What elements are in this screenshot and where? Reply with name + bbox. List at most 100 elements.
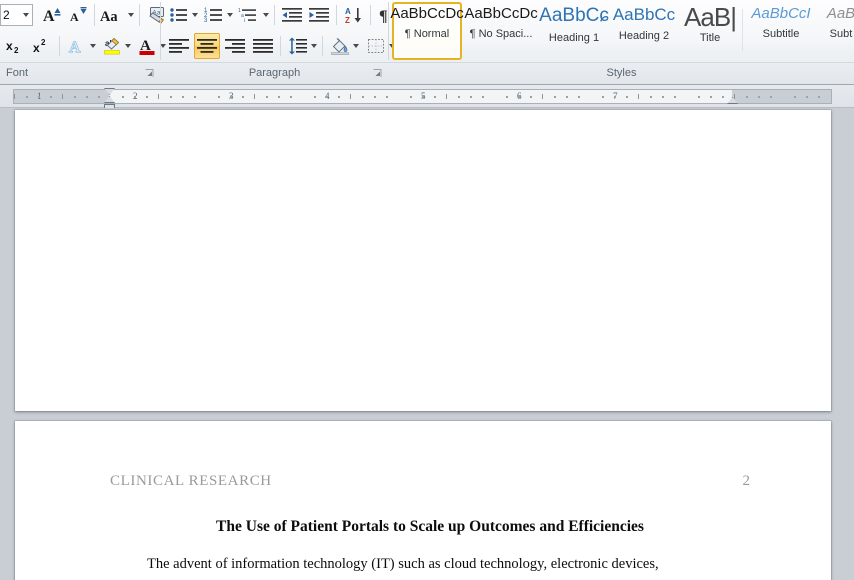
align-left-button[interactable] xyxy=(166,33,192,59)
document-body[interactable]: The advent of information technology (IT… xyxy=(119,546,749,580)
style-preview: AaB| xyxy=(684,2,737,32)
style-item-subtitle[interactable]: AaBbCcI Subtitle xyxy=(746,2,816,60)
page-header[interactable]: CLINICAL RESEARCH 2 xyxy=(110,473,750,495)
ruler-tick xyxy=(638,94,639,99)
ruler-tick-minor xyxy=(38,96,40,98)
paragraph-group-label: Paragraph xyxy=(161,63,388,84)
ruler-tick-minor xyxy=(170,96,172,98)
justify-button[interactable] xyxy=(250,33,276,59)
increase-indent-icon xyxy=(309,8,329,22)
ruler-tick-minor xyxy=(806,96,808,98)
document-page-1[interactable] xyxy=(15,110,831,411)
ruler-tick-minor xyxy=(770,96,772,98)
svg-text:A: A xyxy=(345,7,351,16)
ruler-tick-minor xyxy=(650,96,652,98)
ruler-tick-minor xyxy=(506,96,508,98)
ruler-tick-minor xyxy=(818,96,820,98)
styles-group-label: Styles xyxy=(389,63,854,84)
style-item-subtle-emphasis[interactable]: AaB Subt xyxy=(818,2,854,60)
style-label: Heading 1 xyxy=(548,32,600,44)
styles-gallery[interactable]: AaBbCcDc ¶ Normal AaBbCcDc ¶ No Spaci...… xyxy=(390,1,854,61)
paragraph-group-label-text: Paragraph xyxy=(248,67,301,79)
ruler-tick-minor xyxy=(314,96,316,98)
decrease-indent-icon xyxy=(282,8,302,22)
word-application-window: 2 A A Aa A a x 2 x 2 A A A 1 2 3 1 a i A… xyxy=(0,0,854,580)
ruler-tick-minor xyxy=(134,96,136,98)
svg-text:3: 3 xyxy=(204,18,208,24)
document-page-2[interactable]: CLINICAL RESEARCH 2 The Use of Patient P… xyxy=(15,421,831,580)
ruler-tick-minor xyxy=(470,96,472,98)
style-label: ¶ No Spaci... xyxy=(469,28,533,40)
document-canvas[interactable]: CLINICAL RESEARCH 2 The Use of Patient P… xyxy=(0,108,854,580)
horizontal-ruler-band: 1 2 3 4 5 6 7 xyxy=(0,85,854,110)
font-group-label: Font xyxy=(0,63,160,84)
line-spacing-icon xyxy=(288,37,307,55)
decrease-indent-button[interactable] xyxy=(279,2,305,28)
ruler-tick-minor xyxy=(242,96,244,98)
sort-button[interactable]: A Z xyxy=(341,2,367,28)
style-item-no-spacing[interactable]: AaBbCcDc ¶ No Spaci... xyxy=(464,2,538,60)
ribbon-command-rows: 2 A A Aa A a x 2 x 2 A A A 1 2 3 1 a i A… xyxy=(0,0,854,62)
font-dialog-launcher[interactable] xyxy=(144,68,155,79)
align-center-button[interactable] xyxy=(194,33,220,59)
header-running-title: CLINICAL RESEARCH xyxy=(110,473,272,489)
header-page-number: 2 xyxy=(742,473,751,489)
style-item-normal[interactable]: AaBbCcDc ¶ Normal xyxy=(390,2,464,60)
chevron-down-icon[interactable] xyxy=(262,13,269,17)
line-spacing-button[interactable] xyxy=(285,33,319,59)
divider xyxy=(370,5,371,25)
ruler-tick-minor xyxy=(458,96,460,98)
styles-group-label-text: Styles xyxy=(606,67,637,79)
ruler-tick xyxy=(62,94,63,99)
shading-button[interactable] xyxy=(327,33,361,59)
align-center-icon xyxy=(197,39,217,53)
ruler-tick xyxy=(350,94,351,99)
borders-icon xyxy=(367,39,384,53)
ruler-tick-minor xyxy=(566,96,568,98)
multilevel-list-button[interactable]: 1 a i xyxy=(236,2,270,28)
ruler-tick-minor xyxy=(482,96,484,98)
ruler-tick-minor xyxy=(218,96,220,98)
paragraph-dialog-launcher[interactable] xyxy=(372,68,383,79)
ruler-tick-minor xyxy=(266,96,268,98)
chevron-down-icon[interactable] xyxy=(191,13,198,17)
chevron-down-icon[interactable] xyxy=(310,44,317,48)
group-divider-font-paragraph xyxy=(160,2,161,60)
style-label: Title xyxy=(699,32,721,45)
align-right-button[interactable] xyxy=(222,33,248,59)
multilevel-list-icon: 1 a i xyxy=(238,8,256,24)
ruler-tick xyxy=(158,94,159,99)
style-item-title[interactable]: AaB| Title xyxy=(680,2,740,60)
ruler-tick xyxy=(14,94,15,99)
style-item-heading-2[interactable]: AaBbCc Heading 2 xyxy=(610,2,678,60)
horizontal-ruler[interactable]: 1 2 3 4 5 6 7 xyxy=(13,89,832,104)
ruler-tick-minor xyxy=(374,96,376,98)
chevron-down-icon[interactable] xyxy=(226,13,233,17)
ruler-tick-minor xyxy=(698,96,700,98)
ruler-tick-minor xyxy=(122,96,124,98)
divider xyxy=(280,36,281,56)
style-preview: AaBbCcDc xyxy=(464,5,538,22)
align-left-icon xyxy=(169,39,189,53)
increase-indent-button[interactable] xyxy=(306,2,332,28)
ruler-tick-minor xyxy=(422,96,424,98)
style-item-heading-1[interactable]: AaBbCɕ Heading 1 xyxy=(539,2,609,60)
svg-text:i: i xyxy=(244,18,245,24)
ruler-tick-minor xyxy=(530,96,532,98)
bullets-button[interactable] xyxy=(166,2,200,28)
style-preview: AaB xyxy=(826,5,854,22)
divider xyxy=(336,5,337,25)
style-label: Subt xyxy=(829,28,853,40)
ribbon: 2 A A Aa A a x 2 x 2 A A A 1 2 3 1 a i A… xyxy=(0,0,854,147)
ruler-tick-minor xyxy=(278,96,280,98)
ruler-tick-minor xyxy=(554,96,556,98)
ruler-tick xyxy=(446,94,447,99)
numbering-button[interactable]: 1 2 3 xyxy=(201,2,235,28)
ruler-tick-minor xyxy=(182,96,184,98)
chevron-down-icon[interactable] xyxy=(352,44,359,48)
align-right-icon xyxy=(225,39,245,53)
sort-az-icon: A Z xyxy=(345,7,361,24)
style-label: Subtitle xyxy=(762,28,800,40)
divider xyxy=(322,36,323,56)
ruler-tick-minor xyxy=(230,96,232,98)
